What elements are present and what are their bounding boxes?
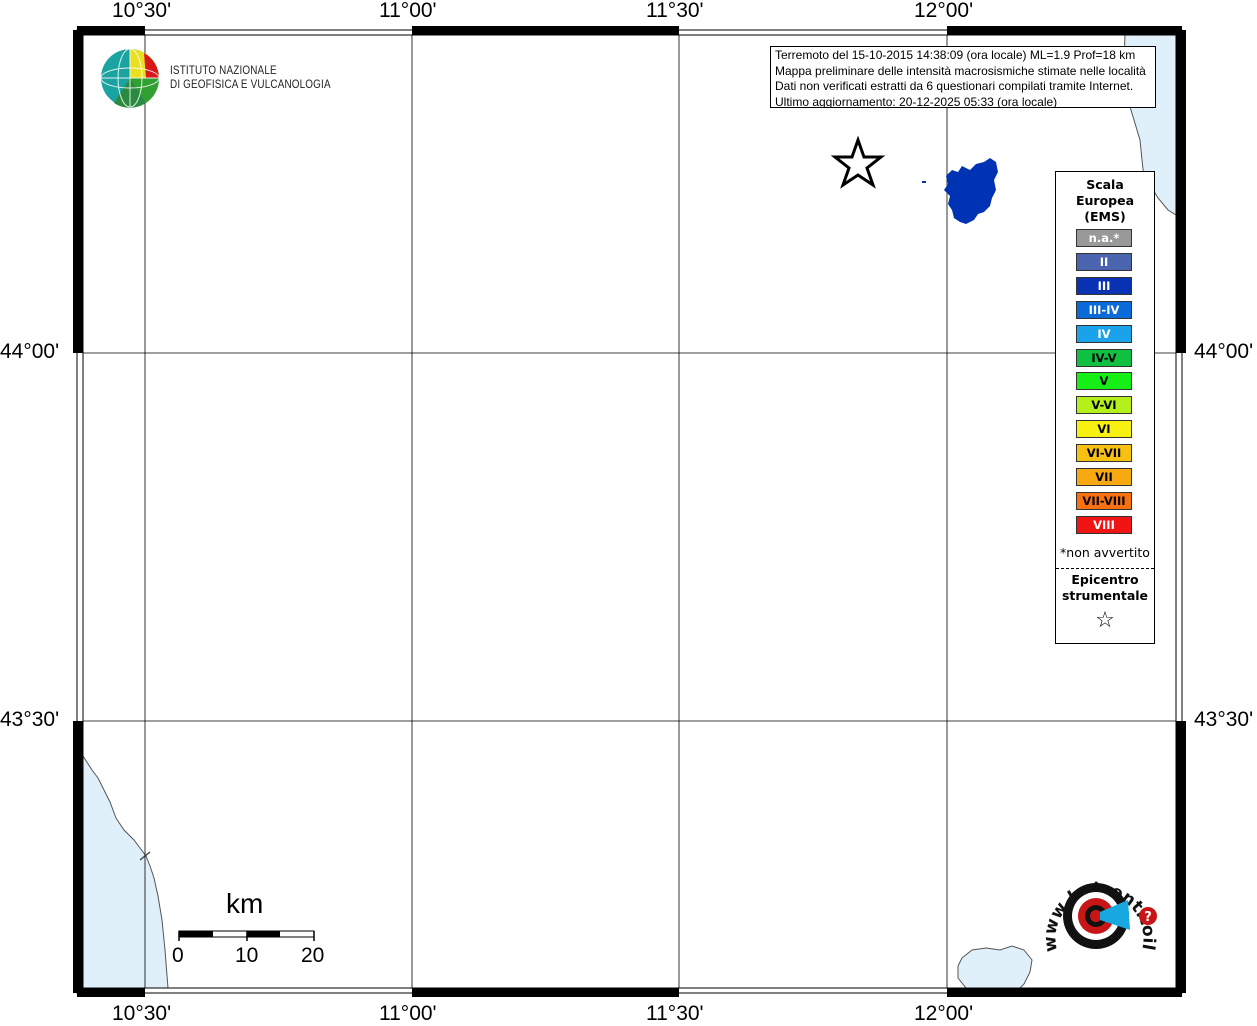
intensity-point-III[interactable]	[922, 181, 926, 183]
legend-swatch-vvi: V-VI	[1076, 396, 1132, 415]
legend-swatch-na: n.a.*	[1076, 229, 1132, 247]
event-info-line2: Mappa preliminare delle intensità macros…	[775, 63, 1146, 78]
lon-label-bottom-1: 10°30'	[112, 1002, 172, 1025]
legend-swatch-ivv: IV-V	[1076, 348, 1132, 367]
event-info-line4: Ultimo aggiornamento: 20-12-2025 05:33 (…	[775, 94, 1058, 108]
lon-label-bottom-3: 11°30'	[646, 1002, 704, 1025]
event-info-box: Terremoto del 15-10-2015 14:38:09 (ora l…	[770, 46, 1156, 108]
legend-swatch-iii: III	[1076, 276, 1132, 295]
sea-area-southwest	[82, 754, 169, 989]
lat-label-right-1: 44°00'	[1194, 340, 1254, 363]
lake-area	[957, 945, 1033, 989]
legend-title: Scala Europea (EMS)	[1056, 177, 1154, 225]
legend-note: *non avvertito	[1060, 545, 1150, 560]
lon-label-top-1: 10°30'	[112, 0, 172, 22]
institute-name-line1: ISTITUTO NAZIONALE	[170, 65, 277, 77]
scale-label-20: 20	[301, 944, 325, 967]
legend-epicenter-line2: strumentale	[1061, 588, 1149, 603]
legend-title-line3: (EMS)	[1084, 209, 1126, 224]
lon-label-bottom-4: 12°00'	[914, 1002, 974, 1025]
legend-swatch-v: V	[1076, 372, 1132, 391]
distance-scale-bar	[178, 930, 315, 941]
legend-swatch-vivii: VI-VII	[1076, 444, 1132, 463]
lon-label-top-3: 11°30'	[646, 0, 704, 22]
frame-bars	[73, 26, 1186, 997]
legend-swatch-vi: VI	[1076, 420, 1132, 439]
institute-name: ISTITUTO NAZIONALE DI GEOFISICA E VULCAN…	[170, 64, 331, 92]
scale-label-0: 0	[172, 944, 184, 967]
event-info-line1: Terremoto del 15-10-2015 14:38:09 (ora l…	[775, 48, 1136, 62]
legend-swatch-viii: VIII	[1076, 515, 1132, 534]
lat-label-right-2: 43°30'	[1194, 708, 1254, 731]
intensity-area-III[interactable]	[944, 158, 998, 224]
legend-epicenter-line1: Epicentro	[1071, 572, 1139, 587]
legend-swatch-ii: II	[1076, 252, 1132, 271]
institute-name-line2: DI GEOFISICA E VULCANOLOGIA	[170, 79, 331, 91]
haisentito-logo[interactable]: www.haisentitoilterremoto.it ?	[1030, 858, 1170, 978]
lon-label-bottom-2: 11°00'	[379, 1002, 437, 1025]
event-info-line3: Dati non verificati estratti da 6 questi…	[775, 79, 1134, 93]
legend-swatch-iv: IV	[1076, 324, 1132, 343]
legend-epicenter-label: Epicentro strumentale	[1056, 572, 1154, 604]
legend-title-line2: Europea	[1075, 193, 1135, 208]
legend-swatch-iiiiv: III-IV	[1076, 300, 1132, 319]
legend-swatch-vii: VII	[1076, 468, 1132, 486]
lat-label-left-1: 44°00'	[0, 340, 60, 363]
map-frame-outer	[76, 29, 1183, 994]
epicenter-star[interactable]	[830, 135, 886, 189]
question-mark: ?	[1144, 910, 1152, 925]
legend-swatch-viiviii: VII-VIII	[1076, 491, 1132, 510]
scale-label-10: 10	[235, 944, 259, 967]
grid-lines	[83, 35, 1176, 988]
lon-label-top-2: 11°00'	[379, 0, 437, 22]
scale-unit: km	[226, 888, 264, 919]
legend-separator	[1056, 568, 1154, 569]
ingv-logo-globe-icon	[100, 48, 160, 108]
legend-title-line1: Scala	[1086, 177, 1124, 192]
lat-label-left-2: 43°30'	[0, 708, 60, 731]
map-frame-inner	[82, 34, 1177, 989]
legend-star-icon: ☆	[1095, 608, 1115, 633]
intensity-legend: Scala Europea (EMS) n.a.* II III III-IV IV IV…	[1055, 171, 1155, 644]
lon-label-top-4: 12°00'	[914, 0, 974, 22]
